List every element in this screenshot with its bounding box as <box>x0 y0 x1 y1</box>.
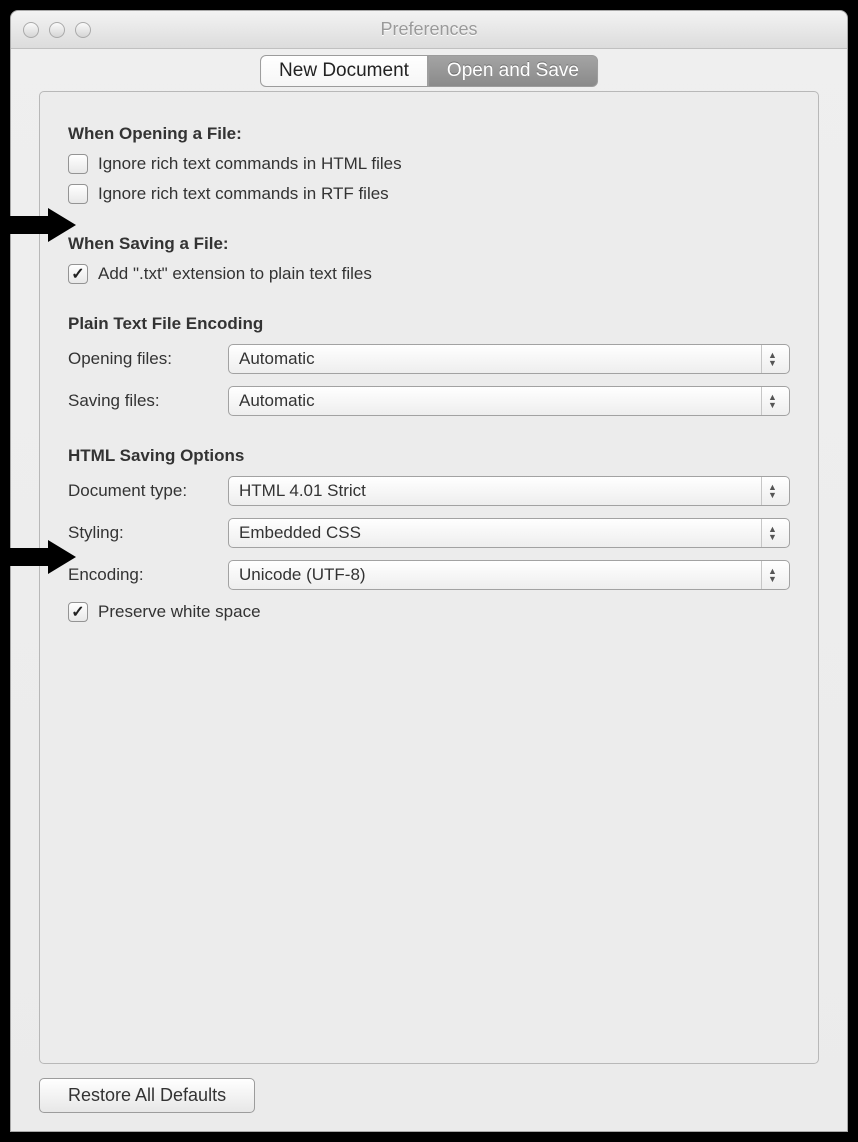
label-saving-files: Saving files: <box>68 391 228 411</box>
updown-icon: ▲▼ <box>761 477 783 505</box>
footer: Restore All Defaults <box>39 1078 819 1113</box>
updown-icon: ▲▼ <box>761 345 783 373</box>
select-styling[interactable]: Embedded CSS ▲▼ <box>228 518 790 548</box>
checkbox-ignore-html[interactable] <box>68 154 88 174</box>
section-encoding: Plain Text File Encoding Opening files: … <box>68 314 790 416</box>
heading-saving: When Saving a File: <box>68 234 790 254</box>
select-opening-encoding[interactable]: Automatic ▲▼ <box>228 344 790 374</box>
checkbox-row-add-txt[interactable]: Add ".txt" extension to plain text files <box>68 264 790 284</box>
select-value: Automatic <box>239 349 315 369</box>
heading-encoding: Plain Text File Encoding <box>68 314 790 334</box>
select-value: Automatic <box>239 391 315 411</box>
settings-panel: When Opening a File: Ignore rich text co… <box>39 91 819 1064</box>
label-ignore-rtf: Ignore rich text commands in RTF files <box>98 184 389 204</box>
callout-arrow-icon <box>10 540 76 574</box>
tab-new-document[interactable]: New Document <box>260 55 428 87</box>
select-html-encoding[interactable]: Unicode (UTF-8) ▲▼ <box>228 560 790 590</box>
section-opening: When Opening a File: Ignore rich text co… <box>68 124 790 204</box>
restore-defaults-button[interactable]: Restore All Defaults <box>39 1078 255 1113</box>
label-document-type: Document type: <box>68 481 228 501</box>
checkbox-ignore-rtf[interactable] <box>68 184 88 204</box>
section-saving: When Saving a File: Add ".txt" extension… <box>68 234 790 284</box>
tab-bar: New Document Open and Save <box>260 55 598 87</box>
checkbox-row-ignore-rtf[interactable]: Ignore rich text commands in RTF files <box>68 184 790 204</box>
updown-icon: ▲▼ <box>761 387 783 415</box>
heading-opening: When Opening a File: <box>68 124 790 144</box>
label-opening-files: Opening files: <box>68 349 228 369</box>
select-value: HTML 4.01 Strict <box>239 481 366 501</box>
select-document-type[interactable]: HTML 4.01 Strict ▲▼ <box>228 476 790 506</box>
updown-icon: ▲▼ <box>761 561 783 589</box>
label-styling: Styling: <box>68 523 228 543</box>
window-title: Preferences <box>11 19 847 40</box>
updown-icon: ▲▼ <box>761 519 783 547</box>
label-preserve-ws: Preserve white space <box>98 602 261 622</box>
preferences-window: Preferences New Document Open and Save W… <box>10 10 848 1132</box>
label-ignore-html: Ignore rich text commands in HTML files <box>98 154 402 174</box>
checkbox-preserve-ws[interactable] <box>68 602 88 622</box>
select-value: Embedded CSS <box>239 523 361 543</box>
label-html-encoding: Encoding: <box>68 565 228 585</box>
callout-arrow-icon <box>10 208 76 242</box>
titlebar: Preferences <box>11 11 847 49</box>
checkbox-add-txt[interactable] <box>68 264 88 284</box>
content: New Document Open and Save When Opening … <box>11 49 847 1131</box>
tab-open-and-save[interactable]: Open and Save <box>428 55 598 87</box>
label-add-txt: Add ".txt" extension to plain text files <box>98 264 372 284</box>
checkbox-row-preserve-ws[interactable]: Preserve white space <box>68 602 790 622</box>
section-html: HTML Saving Options Document type: HTML … <box>68 446 790 622</box>
heading-html: HTML Saving Options <box>68 446 790 466</box>
checkbox-row-ignore-html[interactable]: Ignore rich text commands in HTML files <box>68 154 790 174</box>
select-value: Unicode (UTF-8) <box>239 565 366 585</box>
select-saving-encoding[interactable]: Automatic ▲▼ <box>228 386 790 416</box>
